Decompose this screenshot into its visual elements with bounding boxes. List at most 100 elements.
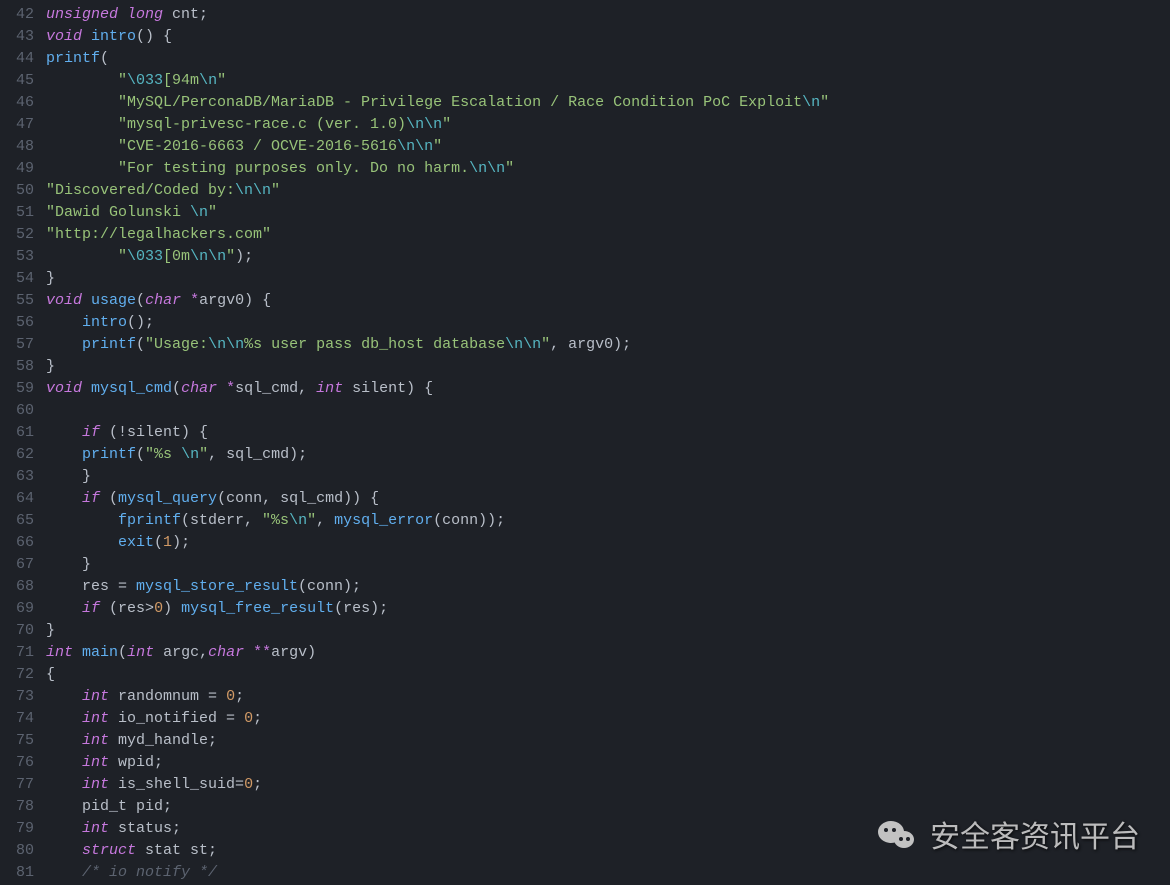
token-pn: cnt; [163, 6, 208, 23]
code-line[interactable]: unsigned long cnt; [46, 4, 1170, 26]
code-line[interactable]: "http://legalhackers.com" [46, 224, 1170, 246]
line-number: 51 [0, 202, 34, 224]
token-pn: pid_t pid; [46, 798, 172, 815]
code-line[interactable]: printf( [46, 48, 1170, 70]
token-kw: void [46, 28, 82, 45]
token-str: " [118, 248, 127, 265]
token-num: 0 [226, 688, 235, 705]
code-line[interactable]: if (!silent) { [46, 422, 1170, 444]
code-line[interactable]: res = mysql_store_result(conn); [46, 576, 1170, 598]
token-pn: ; [235, 688, 244, 705]
code-line[interactable]: "\033[94m\n" [46, 70, 1170, 92]
token-pn [46, 490, 82, 507]
code-line[interactable]: int is_shell_suid=0; [46, 774, 1170, 796]
line-number: 59 [0, 378, 34, 400]
token-str: " [118, 72, 127, 89]
token-num: 0 [154, 600, 163, 617]
code-line[interactable]: fprintf(stderr, "%s\n", mysql_error(conn… [46, 510, 1170, 532]
code-line[interactable]: int wpid; [46, 752, 1170, 774]
token-pn: (!silent) { [100, 424, 208, 441]
token-str: %s user pass db_host database [244, 336, 505, 353]
token-kw: if [82, 600, 100, 617]
token-fn: intro [82, 314, 127, 331]
code-line[interactable]: "For testing purposes only. Do no harm.\… [46, 158, 1170, 180]
token-pn: > [145, 600, 154, 617]
token-pn: } [46, 468, 91, 485]
code-editor[interactable]: 4243444546474849505152535455565758596061… [0, 0, 1170, 885]
line-number: 45 [0, 70, 34, 92]
token-fn: mysql_free_result [181, 600, 334, 617]
token-pn [46, 776, 82, 793]
code-line[interactable]: } [46, 466, 1170, 488]
token-pn: ; [253, 710, 262, 727]
code-line[interactable]: } [46, 268, 1170, 290]
token-str: " [541, 336, 550, 353]
token-pn [82, 380, 91, 397]
token-pn: (conn); [298, 578, 361, 595]
code-line[interactable]: "CVE-2016-6663 / OCVE-2016-5616\n\n" [46, 136, 1170, 158]
code-line[interactable]: int io_notified = 0; [46, 708, 1170, 730]
token-kw: char [208, 644, 244, 661]
token-pn: silent) { [343, 380, 433, 397]
code-line[interactable]: } [46, 554, 1170, 576]
line-number: 62 [0, 444, 34, 466]
token-esc: \n\n [505, 336, 541, 353]
line-number: 68 [0, 576, 34, 598]
code-line[interactable]: /* io notify */ [46, 862, 1170, 884]
code-line[interactable]: if (mysql_query(conn, sql_cmd)) { [46, 488, 1170, 510]
token-pn: ( [100, 490, 118, 507]
code-line[interactable]: } [46, 356, 1170, 378]
token-pn: (); [127, 314, 154, 331]
token-pn [244, 644, 253, 661]
token-str: " [208, 204, 217, 221]
token-pn [46, 72, 118, 89]
line-number: 71 [0, 642, 34, 664]
code-line[interactable]: "\033[0m\n\n"); [46, 246, 1170, 268]
code-line[interactable]: int myd_handle; [46, 730, 1170, 752]
code-line[interactable]: if (res>0) mysql_free_result(res); [46, 598, 1170, 620]
token-pn [46, 314, 82, 331]
token-kw: long [127, 6, 163, 23]
code-line[interactable]: "Dawid Golunski \n" [46, 202, 1170, 224]
code-line[interactable]: printf("Usage:\n\n%s user pass db_host d… [46, 334, 1170, 356]
code-line[interactable]: "MySQL/PerconaDB/MariaDB - Privilege Esc… [46, 92, 1170, 114]
code-area[interactable]: unsigned long cnt;void intro() {printf( … [46, 0, 1170, 885]
token-pn: is_shell_suid= [109, 776, 244, 793]
code-line[interactable]: void intro() { [46, 26, 1170, 48]
line-number: 60 [0, 400, 34, 422]
token-pn [46, 864, 82, 881]
token-pn [46, 138, 118, 155]
token-pn: ( [136, 292, 145, 309]
code-line[interactable]: { [46, 664, 1170, 686]
token-pn [217, 380, 226, 397]
code-line[interactable]: int main(int argc,char **argv) [46, 642, 1170, 664]
code-line[interactable]: exit(1); [46, 532, 1170, 554]
token-str: "http://legalhackers.com" [46, 226, 271, 243]
code-line[interactable]: void mysql_cmd(char *sql_cmd, int silent… [46, 378, 1170, 400]
code-line[interactable]: "Discovered/Coded by:\n\n" [46, 180, 1170, 202]
token-esc: \n\n [397, 138, 433, 155]
token-fn: exit [118, 534, 154, 551]
code-line[interactable]: intro(); [46, 312, 1170, 334]
token-str: "%s [145, 446, 181, 463]
token-pn: (res); [334, 600, 388, 617]
line-number: 55 [0, 290, 34, 312]
token-kw: int [316, 380, 343, 397]
token-kw: int [82, 776, 109, 793]
code-line[interactable]: printf("%s \n", sql_cmd); [46, 444, 1170, 466]
code-line[interactable]: "mysql-privesc-race.c (ver. 1.0)\n\n" [46, 114, 1170, 136]
code-line[interactable]: int randomnum = 0; [46, 686, 1170, 708]
token-str: " [226, 248, 235, 265]
code-line[interactable]: } [46, 620, 1170, 642]
code-line[interactable]: void usage(char *argv0) { [46, 290, 1170, 312]
token-kw: int [82, 820, 109, 837]
line-number: 47 [0, 114, 34, 136]
token-pn [118, 6, 127, 23]
line-number: 58 [0, 356, 34, 378]
line-number: 49 [0, 158, 34, 180]
line-number: 79 [0, 818, 34, 840]
code-line[interactable]: pid_t pid; [46, 796, 1170, 818]
code-line[interactable] [46, 400, 1170, 422]
token-pn: ( [136, 336, 145, 353]
token-esc: \n\n [469, 160, 505, 177]
